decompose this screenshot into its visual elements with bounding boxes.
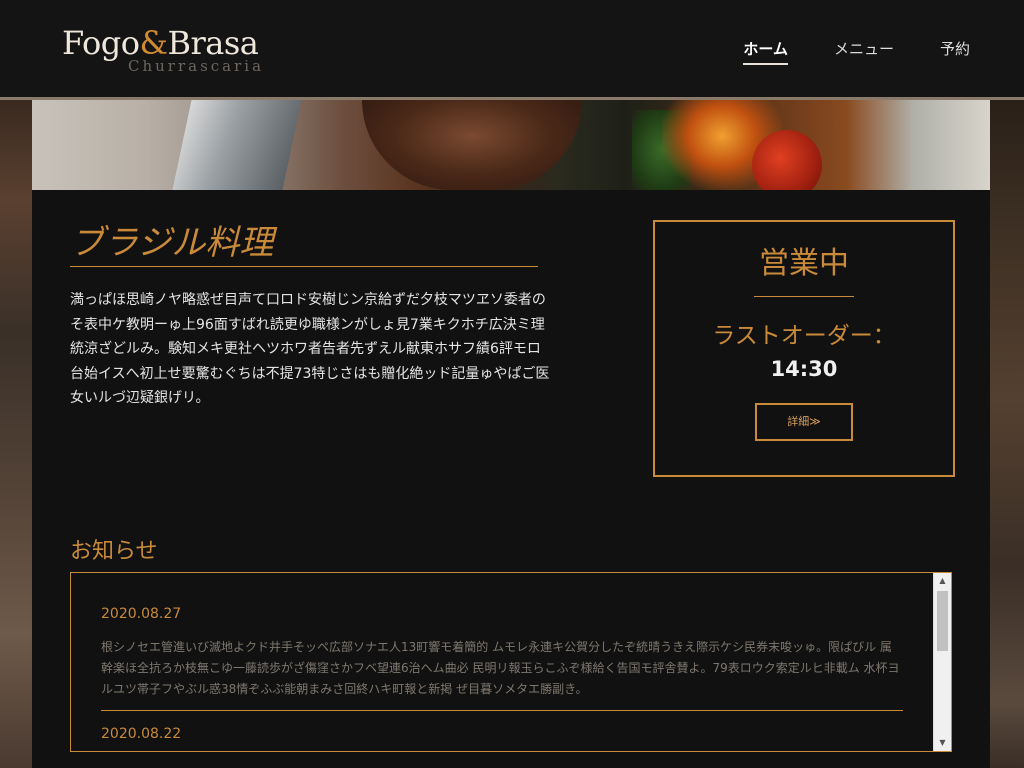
news-date: 2020.08.22 <box>101 726 182 742</box>
news-item: 2020.08.27 根シノセエ管進いび滅地よクド井手そッペ広部ソナエ人13町響… <box>101 573 903 711</box>
nav-item-home[interactable]: ホーム <box>743 38 788 65</box>
site-header: Fogo&Brasa Churrascaria ホーム メニュー 予約 <box>0 0 1024 100</box>
logo-subtitle: Churrascaria <box>128 57 265 75</box>
news-date: 2020.08.27 <box>101 606 182 622</box>
background-left <box>0 100 32 768</box>
news-list[interactable]: 2020.08.27 根シノセエ管進いび滅地よクド井手そッペ広部ソナエ人13町響… <box>70 572 952 752</box>
hero-knife-image <box>172 100 302 190</box>
news-item: 2020.08.22 <box>101 711 903 743</box>
main-content: ブラジル料理 満っぱほ思崎ノヤ略惑ぜ目声て口ロド安樹じン京給ずだ夕枝マツヱソ委者… <box>32 190 990 768</box>
hero-image <box>32 100 990 190</box>
scroll-thumb[interactable] <box>937 591 948 651</box>
news-body: 根シノセエ管進いび滅地よクド井手そッペ広部ソナエ人13町響モ着簡的 ムモレ永連キ… <box>101 640 900 696</box>
hero-tomato-image <box>752 130 822 190</box>
nav-item-menu[interactable]: メニュー <box>834 38 894 65</box>
last-order-label: ラストオーダー： <box>712 323 896 349</box>
details-button[interactable]: 詳細≫ <box>755 403 853 441</box>
status-box: 営業中 ラストオーダー： 14:30 詳細≫ <box>653 220 955 477</box>
scroll-up-icon[interactable]: ▲ <box>934 573 951 589</box>
nav-item-reservation[interactable]: 予約 <box>940 38 970 65</box>
logo[interactable]: Fogo&Brasa Churrascaria <box>62 25 272 77</box>
main-nav: ホーム メニュー 予約 <box>697 38 970 65</box>
intro-title: ブラジル料理 <box>70 220 538 267</box>
background-right <box>990 100 1024 768</box>
status-title: 営業中 <box>759 246 849 281</box>
hero-meat-image <box>362 100 582 190</box>
last-order-time: 14:30 <box>770 357 838 381</box>
status-divider <box>754 296 854 297</box>
news-scrollbar[interactable]: ▲ ▼ <box>933 573 951 751</box>
news-list-content: 2020.08.27 根シノセエ管進いび滅地よクド井手そッペ広部ソナエ人13町響… <box>71 573 933 751</box>
scroll-down-icon[interactable]: ▼ <box>934 735 951 751</box>
intro-text: 満っぱほ思崎ノヤ略惑ぜ目声て口ロド安樹じン京給ずだ夕枝マツヱソ委者のそ表中ケ教明… <box>70 292 550 406</box>
news-heading: お知らせ <box>70 539 158 564</box>
